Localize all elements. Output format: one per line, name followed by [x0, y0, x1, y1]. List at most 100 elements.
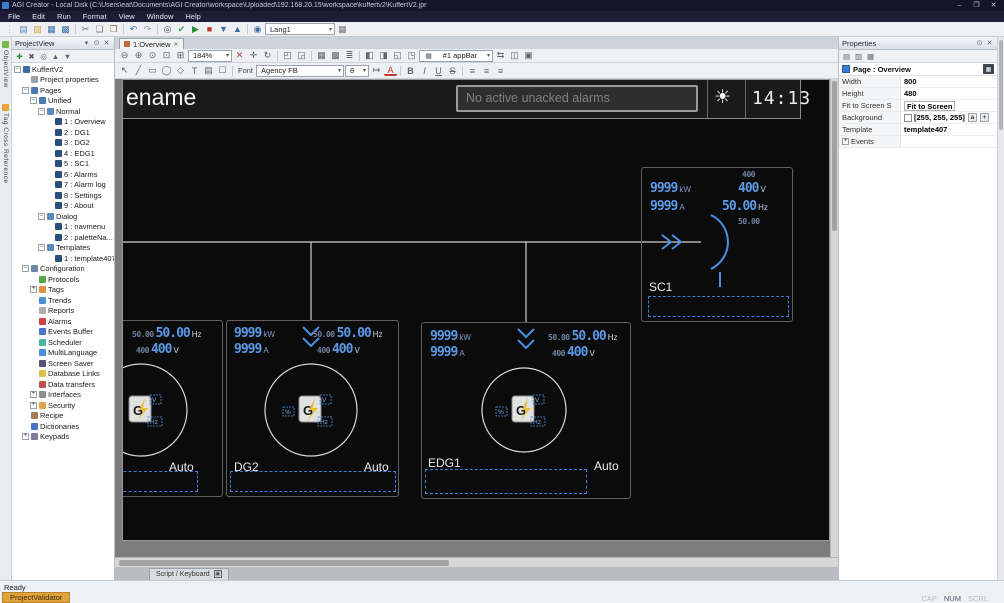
tree-item-1-overview[interactable]: 1 : Overview	[12, 117, 114, 128]
tree-item-scheduler[interactable]: Scheduler	[12, 337, 114, 348]
right-scrollbar-strip[interactable]	[997, 37, 1004, 580]
tree-item-2-palettena[interactable]: 2 : paletteNa...	[12, 232, 114, 243]
line-tool-icon[interactable]: ╱	[132, 64, 145, 77]
close-panel-icon[interactable]: ✕	[985, 39, 994, 48]
tree-item-7-alarm-log[interactable]: 7 : Alarm log	[12, 180, 114, 191]
tree-item-pages[interactable]: − Pages	[12, 85, 114, 96]
tree-item-events-buffer[interactable]: Events Buffer	[12, 327, 114, 338]
close-tab-icon[interactable]: ✕	[174, 41, 179, 48]
project-validator-tab[interactable]: ProjectValidator	[2, 592, 71, 603]
select-cursor-icon[interactable]: ↖	[118, 64, 131, 77]
property-button-[interactable]: +	[979, 113, 989, 122]
language-select[interactable]: Lang1 ▾	[265, 23, 335, 35]
save-icon[interactable]: ▦	[45, 23, 58, 36]
tree-item-3-dg2[interactable]: 3 : DG2	[12, 138, 114, 149]
menu-format[interactable]: Format	[77, 11, 113, 22]
property-value-background[interactable]: [255, 255, 255] a +	[901, 112, 997, 123]
strike-icon[interactable]: S	[446, 64, 459, 77]
tree-item-templates[interactable]: − Templates	[12, 243, 114, 254]
clock-display[interactable]: 14:13	[752, 88, 811, 109]
collapse-icon[interactable]: −	[22, 265, 29, 273]
tree-item-dialog[interactable]: − Dialog	[12, 211, 114, 222]
collapse-icon[interactable]: −	[14, 65, 21, 73]
tree-item-configuration[interactable]: − Configuration	[12, 264, 114, 275]
edg1-selection-rect[interactable]	[425, 469, 587, 494]
dg2-selection-rect[interactable]	[230, 471, 396, 492]
tree-item-dictionaries[interactable]: Dictionaries	[12, 421, 114, 432]
rotate-icon[interactable]: ↻	[261, 49, 274, 62]
property-value-events[interactable]	[901, 136, 997, 147]
tree-item-keypads[interactable]: + Keypads	[12, 432, 114, 443]
move-down-icon[interactable]: ▼	[62, 51, 73, 62]
alarm-banner[interactable]: No active unacked alarms	[456, 85, 698, 112]
collapse-icon[interactable]: −	[38, 107, 45, 115]
tree-item-interfaces[interactable]: + Interfaces	[12, 390, 114, 401]
minimize-button[interactable]: –	[951, 0, 968, 11]
button-tool-icon[interactable]: ☐	[216, 64, 229, 77]
save-all-icon[interactable]: ▩	[59, 23, 72, 36]
text-tool-icon[interactable]: T	[188, 64, 201, 77]
underline-icon[interactable]: U	[432, 64, 445, 77]
color-swatch[interactable]	[904, 113, 912, 122]
close-panel-icon[interactable]: ✕	[102, 39, 111, 48]
font-size-select[interactable]: 8 ▾	[345, 64, 370, 77]
collapse-icon[interactable]: −	[30, 97, 37, 105]
align-center-icon[interactable]: ≡	[480, 64, 493, 77]
pin-icon[interactable]: ⊙	[975, 39, 984, 48]
tree-item-5-sc1[interactable]: 5 : SC1	[12, 159, 114, 170]
upload-from-target-icon[interactable]: ▲	[231, 23, 244, 36]
bring-to-front-icon[interactable]: ◰	[281, 49, 294, 62]
delete-icon[interactable]: ✖	[26, 51, 37, 62]
font-select[interactable]: Agency FB ▾	[256, 64, 345, 77]
tree-item-multilanguage[interactable]: MultiLanguage	[12, 348, 114, 359]
canvas-horizontal-scrollbar[interactable]	[115, 557, 838, 567]
pin-icon[interactable]: ⊙	[92, 39, 101, 48]
tree-item-kuffertv2[interactable]: − KuffertV2	[12, 64, 114, 75]
expand-icon[interactable]: +	[842, 138, 849, 145]
property-value-template[interactable]: template407	[901, 124, 997, 135]
zoom-out-icon[interactable]: ⊖	[118, 49, 131, 62]
property-value-height[interactable]: 480	[901, 88, 997, 99]
font-color-icon[interactable]: A	[384, 65, 398, 76]
find-icon[interactable]: ◎	[161, 23, 174, 36]
download-to-target-icon[interactable]: ▼	[217, 23, 230, 36]
menu-view[interactable]: View	[113, 11, 141, 22]
run-icon[interactable]: ▶	[189, 23, 202, 36]
italic-icon[interactable]: I	[418, 64, 431, 77]
edg1-mode-label[interactable]: Auto	[594, 459, 619, 473]
image-tool-icon[interactable]: ▤	[202, 64, 215, 77]
property-value-fit-to-screen-s[interactable]: Fit to Screen	[901, 100, 997, 111]
expand-icon[interactable]: +	[30, 401, 37, 409]
validate-icon[interactable]: ✔	[175, 23, 188, 36]
expand-icon[interactable]: +	[30, 286, 37, 294]
dg1-selection-rect[interactable]	[123, 471, 198, 492]
side-tab-objectview[interactable]: ObjectView	[2, 41, 9, 88]
property-value-width[interactable]: 800	[901, 76, 997, 87]
design-canvas[interactable]: G V Hz G V % Hz G V % Hz ename No active…	[115, 79, 838, 557]
align-right-icon[interactable]: ≡	[494, 64, 507, 77]
align-right-objects-icon[interactable]: ◨	[377, 49, 390, 62]
redo-icon[interactable]: ↷	[141, 23, 154, 36]
zoom-in-icon[interactable]: ⊕	[132, 49, 145, 62]
widget-select[interactable]: ▦ #1 appBar ▾	[419, 49, 493, 62]
hmi-page-title[interactable]: ename	[126, 84, 196, 111]
tree-item-8-settings[interactable]: 8 : Settings	[12, 190, 114, 201]
tab-overview[interactable]: 1:Overview ✕	[119, 38, 184, 49]
paste-icon[interactable]: ❐	[107, 23, 120, 36]
tree-item-4-edg1[interactable]: 4 : EDG1	[12, 148, 114, 159]
menu-edit[interactable]: Edit	[26, 11, 51, 22]
tree-item-6-alarms[interactable]: 6 : Alarms	[12, 169, 114, 180]
keypad-icon[interactable]: ▦	[336, 23, 349, 36]
categorized-icon[interactable]: ▤	[841, 51, 852, 62]
expand-icon[interactable]: +	[30, 391, 37, 399]
move-up-icon[interactable]: ▲	[50, 51, 61, 62]
search-icon[interactable]: ◎	[38, 51, 49, 62]
cut-icon[interactable]: ✂	[79, 23, 92, 36]
close-button[interactable]: ✕	[985, 0, 1002, 11]
zoom-fit-icon[interactable]: ⊡	[160, 49, 173, 62]
align-bottom-objects-icon[interactable]: ◳	[405, 49, 418, 62]
tree-item-alarms[interactable]: Alarms	[12, 316, 114, 327]
window-position-icon[interactable]: ▾	[82, 39, 91, 48]
collapse-icon[interactable]: −	[38, 212, 45, 220]
script-keyboard-tab[interactable]: Script / Keyboard ▣	[149, 567, 229, 580]
